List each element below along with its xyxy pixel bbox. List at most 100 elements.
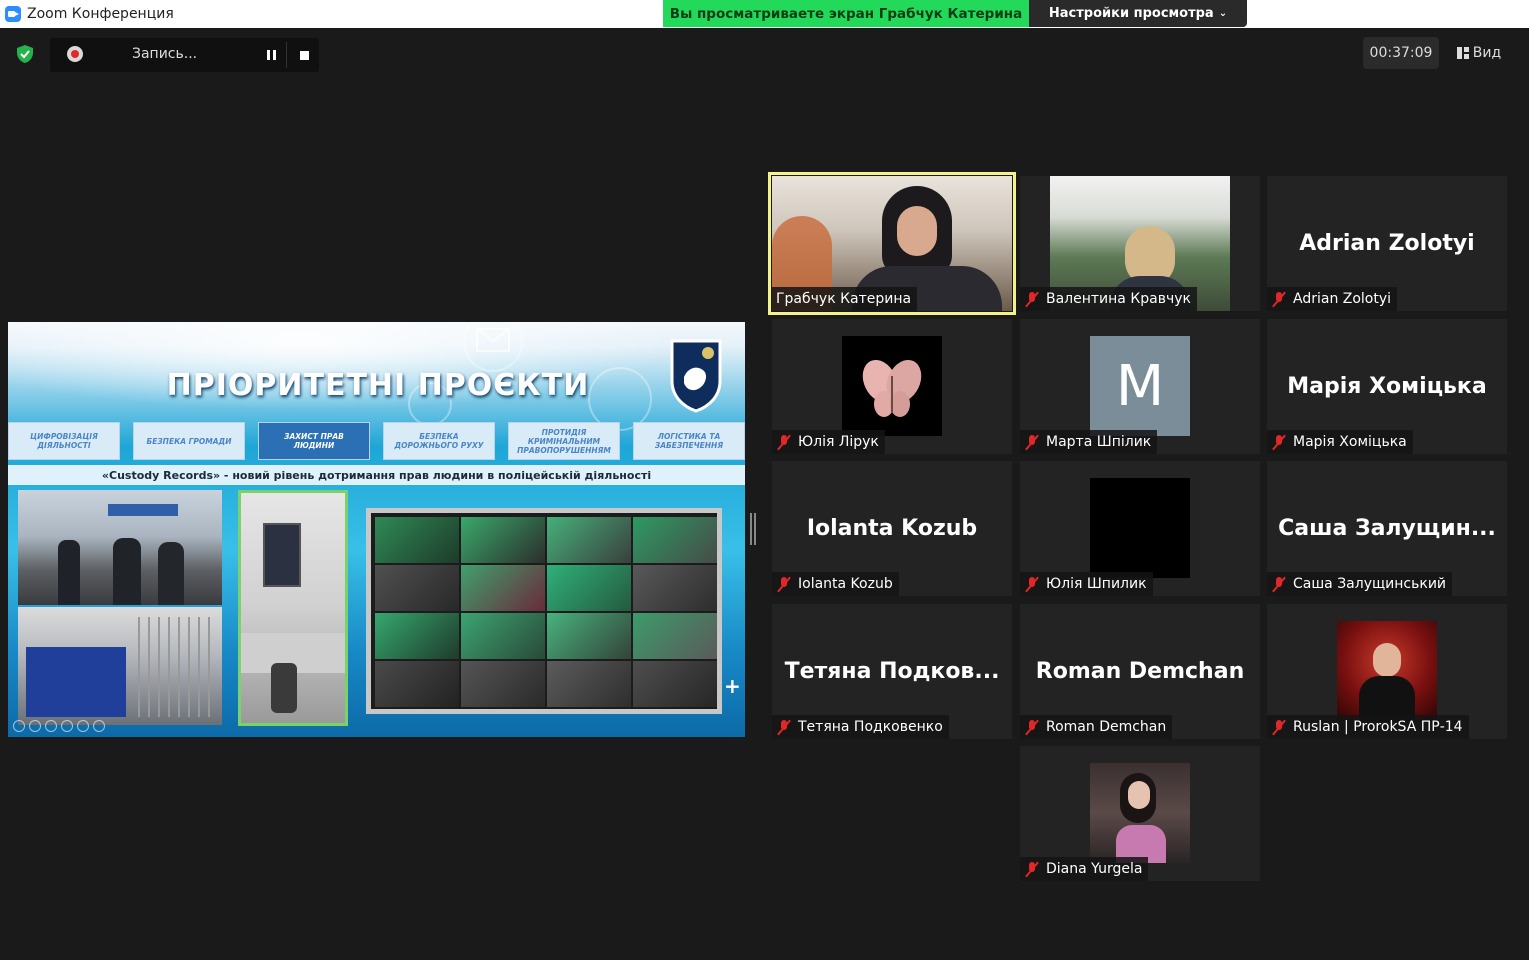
participant-name-label: Iolanta Kozub bbox=[772, 572, 899, 596]
participant-name-label: Марта Шпілик bbox=[1020, 430, 1158, 454]
camera-feed bbox=[547, 613, 631, 659]
shield-check-icon[interactable] bbox=[15, 44, 35, 64]
participant-name: Марія Хоміцька bbox=[1293, 434, 1407, 450]
camera-feed bbox=[547, 565, 631, 611]
reception-desk bbox=[26, 647, 126, 717]
splitter-handle[interactable] bbox=[750, 513, 756, 545]
camera-feed bbox=[633, 661, 717, 707]
butterfly-icon bbox=[862, 359, 922, 417]
participant-name-label: Юлія Шпилик bbox=[1020, 572, 1153, 596]
participant-name-label: Adrian Zolotyi bbox=[1267, 287, 1398, 311]
participant-name: Roman Demchan bbox=[1046, 719, 1167, 735]
zoom-icon bbox=[5, 6, 21, 22]
camera-feed bbox=[633, 613, 717, 659]
front-desk-photo bbox=[18, 607, 222, 725]
officer-figure bbox=[158, 542, 184, 605]
camera-feed bbox=[461, 565, 545, 611]
slide-tabs: ЦИФРОВІЗАЦІЯ ДІЯЛЬНОСТІ БЕЗПЕКА ГРОМАДИ … bbox=[8, 422, 745, 460]
participant-name: Ruslan | ProrokSA ПР-14 bbox=[1293, 719, 1463, 735]
mic-muted-icon bbox=[1024, 291, 1040, 307]
camera-feed bbox=[547, 661, 631, 707]
participant-avatar bbox=[1090, 478, 1190, 578]
participant-tile[interactable]: Ruslan | ProrokSA ПР-14 bbox=[1267, 604, 1507, 739]
chair bbox=[271, 663, 297, 713]
participant-name-label: Валентина Кравчук bbox=[1020, 287, 1198, 311]
participant-name: Юлія Шпилик bbox=[1046, 576, 1147, 592]
slide-nav-dot bbox=[45, 720, 57, 732]
participant-tile[interactable]: Iolanta Kozub Iolanta Kozub bbox=[772, 461, 1012, 596]
slide-nav-dot bbox=[93, 720, 105, 732]
police-emblem-icon bbox=[670, 339, 722, 413]
participant-name-label: Юлія Лірук bbox=[772, 430, 885, 454]
camera-feed bbox=[375, 661, 459, 707]
participant-name: Марта Шпілик bbox=[1046, 434, 1152, 450]
participant-avatar-letter: M bbox=[1090, 336, 1190, 436]
recording-bar: Запись... bbox=[50, 38, 319, 72]
participant-tile[interactable]: Roman Demchan Roman Demchan bbox=[1020, 604, 1260, 739]
mic-muted-icon bbox=[776, 434, 792, 450]
participant-name: Саша Залущинський bbox=[1293, 576, 1447, 592]
slide-nav-dot bbox=[29, 720, 41, 732]
slide-tab: БЕЗПЕКА ГРОМАДИ bbox=[133, 422, 245, 460]
stop-icon[interactable] bbox=[294, 45, 314, 65]
slide-nav bbox=[13, 720, 105, 732]
envelope-icon bbox=[476, 328, 510, 352]
camera-feed bbox=[375, 517, 459, 563]
railing bbox=[138, 617, 218, 717]
participant-tile[interactable]: M Марта Шпілик bbox=[1020, 319, 1260, 454]
avatar-shape bbox=[1128, 781, 1150, 809]
mic-muted-icon bbox=[1271, 434, 1287, 450]
window-title: Zoom Конференция bbox=[27, 6, 174, 22]
participant-tile[interactable]: Юлія Шпилик bbox=[1020, 461, 1260, 596]
camera-feed bbox=[633, 565, 717, 611]
mic-muted-icon bbox=[1271, 291, 1287, 307]
gallery-view-icon bbox=[1456, 47, 1469, 59]
record-icon bbox=[67, 46, 83, 62]
pause-icon[interactable] bbox=[262, 45, 282, 65]
shared-screen: ПРІОРИТЕТНІ ПРОЄКТИ ЦИФРОВІЗАЦІЯ ДІЯЛЬНО… bbox=[8, 322, 745, 737]
view-options-label: Настройки просмотра bbox=[1048, 6, 1214, 21]
chevron-down-icon: ⌄ bbox=[1218, 8, 1228, 19]
slide-nav-dot bbox=[77, 720, 89, 732]
mic-muted-icon bbox=[776, 719, 792, 735]
police-sign bbox=[108, 504, 178, 516]
mic-muted-icon bbox=[1024, 576, 1040, 592]
participant-name-label: Ruslan | ProrokSA ПР-14 bbox=[1267, 715, 1469, 739]
slide-subtitle: «Custody Records» - новий рівень дотрима… bbox=[8, 465, 745, 485]
slide-title: ПРІОРИТЕТНІ ПРОЄКТИ bbox=[166, 368, 590, 403]
camera-feed bbox=[547, 517, 631, 563]
participant-name-label: Марія Хоміцька bbox=[1267, 430, 1413, 454]
participant-tile[interactable]: Саша Залущин... Саша Залущинський bbox=[1267, 461, 1507, 596]
mic-muted-icon bbox=[1271, 719, 1287, 735]
participant-name-label: Roman Demchan bbox=[1020, 715, 1173, 739]
camera-feed bbox=[461, 517, 545, 563]
participant-name-label: Diana Yurgela bbox=[1020, 857, 1149, 881]
mic-muted-icon bbox=[1024, 434, 1040, 450]
participant-tile[interactable]: Валентина Кравчук bbox=[1020, 176, 1260, 311]
avatar-shape bbox=[1373, 643, 1401, 677]
participant-tile[interactable]: Юлія Лірук bbox=[772, 319, 1012, 454]
view-button[interactable]: Вид bbox=[1449, 37, 1509, 69]
participant-name-label: Саша Залущинський bbox=[1267, 572, 1453, 596]
slide-tab: ЦИФРОВІЗАЦІЯ ДІЯЛЬНОСТІ bbox=[8, 422, 120, 460]
view-button-label: Вид bbox=[1472, 45, 1502, 61]
view-options-button[interactable]: Настройки просмотра ⌄ bbox=[1029, 0, 1247, 27]
officer-figure bbox=[58, 540, 80, 605]
participant-name: Тетяна Подковенко bbox=[798, 719, 943, 735]
participant-tile[interactable]: Грабчук Катерина bbox=[768, 172, 1016, 315]
screen-share-banner: Вы просматриваете экран Грабчук Катерина bbox=[663, 0, 1029, 27]
camera-feed bbox=[375, 613, 459, 659]
mic-muted-icon bbox=[1271, 576, 1287, 592]
camera-feed bbox=[461, 661, 545, 707]
participant-name: Diana Yurgela bbox=[1046, 861, 1143, 877]
participant-tile[interactable]: Diana Yurgela bbox=[1020, 746, 1260, 881]
participant-tile[interactable]: Adrian Zolotyi Adrian Zolotyi bbox=[1267, 176, 1507, 311]
monitoring-room-photo bbox=[238, 490, 348, 726]
plus-icon: + bbox=[724, 674, 741, 698]
participant-avatar bbox=[842, 336, 942, 436]
participant-tile[interactable]: Марія Хоміцька Марія Хоміцька bbox=[1267, 319, 1507, 454]
mic-muted-icon bbox=[1024, 719, 1040, 735]
participant-tile[interactable]: Тетяна Подков... Тетяна Подковенко bbox=[772, 604, 1012, 739]
participant-avatar bbox=[1090, 763, 1190, 863]
cctv-monitor-photo bbox=[366, 508, 722, 714]
